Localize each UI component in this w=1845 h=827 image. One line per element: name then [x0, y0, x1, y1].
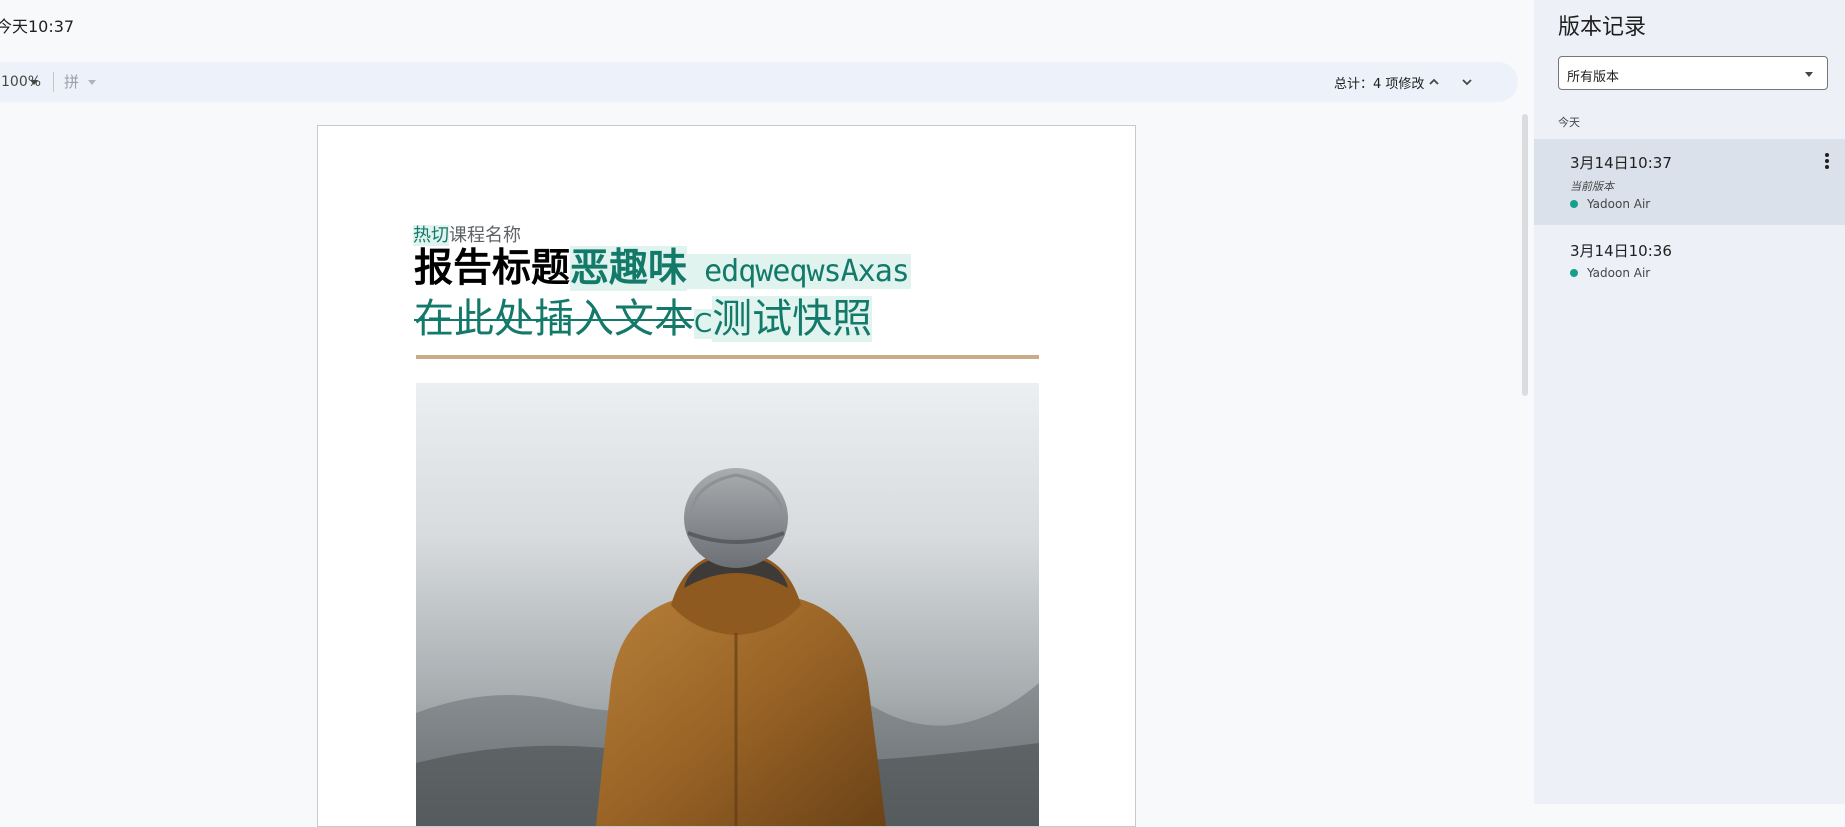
version-item-current[interactable]: 3月14日10:37 当前版本 Yadoon Air — [1534, 139, 1845, 225]
inserted-text: edqweqwsAxas — [687, 254, 911, 289]
document-page[interactable]: 热切课程名称 报告标题恶趣味 edqweqwsAxas 在此处插入文本C测试快照 — [317, 125, 1136, 827]
document-scrollbar[interactable] — [1522, 114, 1528, 396]
author-name: Yadoon Air — [1587, 266, 1651, 280]
cover-photo[interactable] — [416, 383, 1039, 826]
previous-change-button[interactable] — [1422, 70, 1446, 94]
chevron-down-icon — [1805, 72, 1813, 77]
person-photo-illustration — [416, 383, 1039, 826]
title-divider — [416, 355, 1039, 359]
version-time: 3月14日10:37 — [1570, 154, 1672, 172]
inserted-text: 热切 — [413, 225, 449, 246]
chevron-up-icon — [1429, 78, 1439, 85]
title-text: 报告标题 — [414, 246, 571, 291]
panel-title: 版本记录 — [1558, 15, 1647, 40]
version-filter-select[interactable]: 所有版本 — [1558, 56, 1828, 90]
inserted-text: 测试快照 — [712, 296, 873, 342]
version-item[interactable]: 3月14日10:36 Yadoon Air — [1534, 226, 1845, 296]
chevron-down-icon[interactable] — [30, 80, 38, 85]
author-color-dot — [1570, 268, 1578, 277]
version-author: Yadoon Air — [1570, 266, 1650, 280]
toolbar-divider — [53, 72, 54, 92]
subtitle-text: 课程名称 — [449, 225, 521, 246]
filter-value: 所有版本 — [1567, 70, 1620, 85]
inserted-text: C — [694, 309, 713, 339]
toolbar: 100% 拼 总计：4 项修改 — [0, 62, 1518, 102]
title-line-2: 在此处插入文本C测试快照 — [414, 294, 873, 349]
changes-summary: 总计：4 项修改 — [1334, 77, 1425, 92]
version-time: 3月14日10:36 — [1570, 242, 1672, 260]
pinyin-input-button[interactable]: 拼 — [64, 71, 79, 92]
author-name: Yadoon Air — [1587, 197, 1651, 211]
chevron-down-icon — [1462, 79, 1472, 86]
version-author: Yadoon Air — [1570, 197, 1650, 211]
section-label-today: 今天 — [1558, 116, 1580, 129]
author-color-dot — [1570, 199, 1578, 208]
next-change-button[interactable] — [1455, 70, 1479, 94]
top-bar: 今天10:37 — [0, 0, 1534, 48]
inserted-text: 恶趣味 — [570, 246, 688, 291]
deleted-text: 在此处插入文本 — [414, 296, 694, 342]
chevron-down-icon[interactable] — [88, 80, 96, 85]
document-version-time: 今天10:37 — [0, 17, 75, 36]
report-title: 报告标题恶趣味 edqweqwsAxas — [414, 244, 911, 297]
current-version-label: 当前版本 — [1570, 180, 1614, 193]
version-history-panel: 版本记录 所有版本 今天 3月14日10:37 当前版本 Yadoon Air … — [1534, 0, 1845, 804]
more-actions-icon[interactable] — [1824, 153, 1830, 173]
